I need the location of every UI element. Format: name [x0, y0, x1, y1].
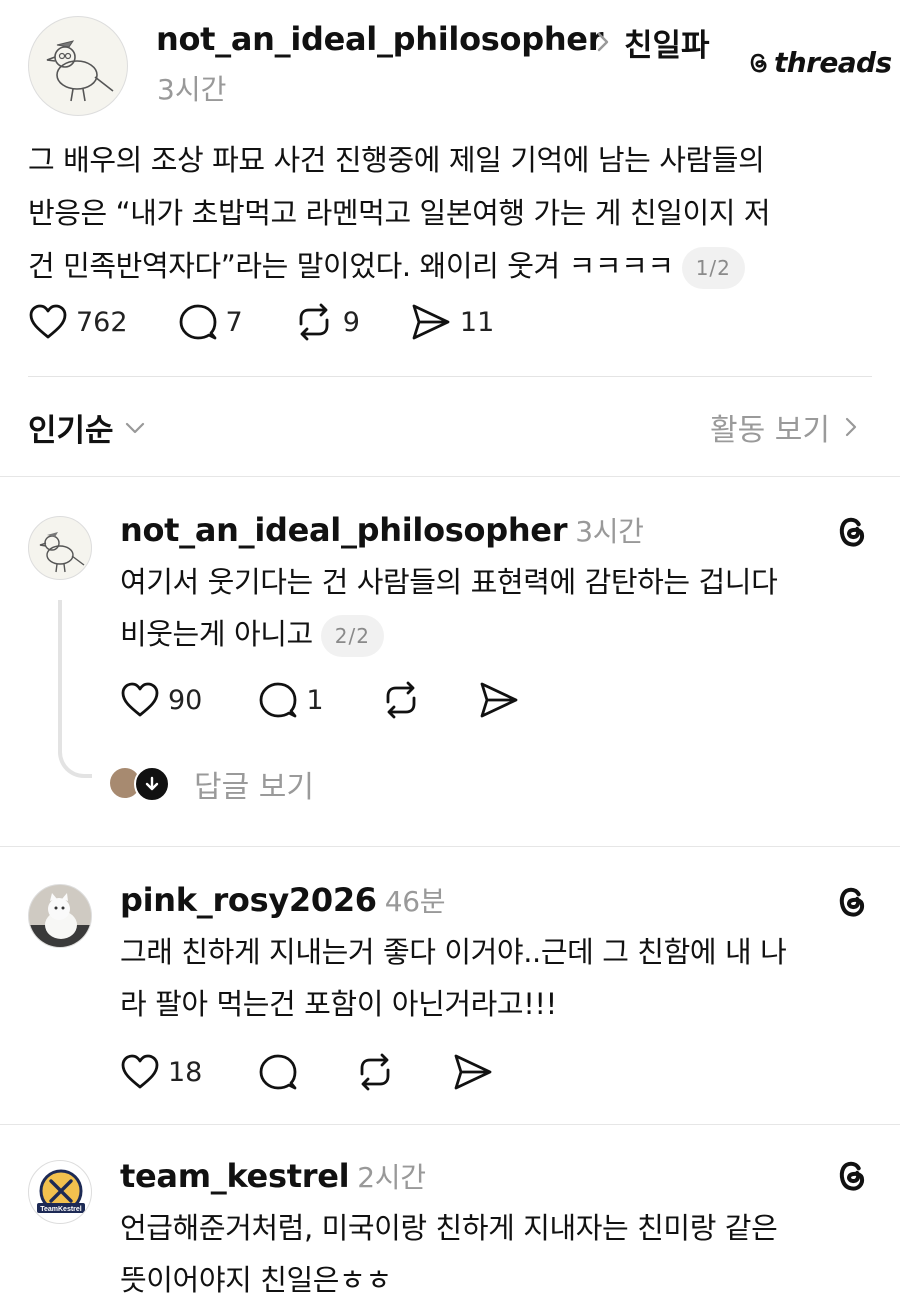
repost-button[interactable]: [380, 680, 422, 720]
reply-text-line: 비웃는게 아니고 2/2: [120, 608, 880, 660]
chevron-right-icon: [844, 415, 858, 439]
reply-body: 언급해준거처럼, 미국이랑 친하게 지내자는 친미랑 같은 뜻이어야지 친일은ㅎ…: [120, 1202, 880, 1306]
post-body: 그 배우의 조상 파묘 사건 진행중에 제일 기억에 남는 사람들의 반응은 “…: [28, 134, 868, 293]
sort-dropdown[interactable]: 인기순: [28, 405, 146, 450]
page-badge: 2/2: [320, 615, 384, 657]
threads-logo-icon: [832, 1156, 870, 1196]
expand-replies-icon: [134, 766, 170, 802]
reply-text-line: 여기서 웃기다는 건 사람들의 표현력에 감탄하는 겁니다: [120, 565, 778, 599]
page-badge: 1/2: [681, 247, 745, 289]
divider: [0, 1124, 900, 1125]
post-author-avatar[interactable]: [28, 16, 128, 116]
post-text-line-content: 건 민족반역자다”라는 말이었다. 왜이리 웃겨 ㅋㅋㅋㅋ: [28, 249, 674, 283]
heart-icon: [120, 681, 160, 719]
post-author-username[interactable]: not_an_ideal_philosopher: [156, 20, 604, 58]
reply-body: 여기서 웃기다는 건 사람들의 표현력에 감탄하는 겁니다 비웃는게 아니고 2/…: [120, 556, 880, 660]
heart-icon: [120, 1053, 160, 1091]
post-text-line: 반응은 “내가 초밥먹고 라멘먹고 일본여행 가는 게 친일이지 저: [28, 196, 771, 230]
repost-icon: [380, 680, 422, 720]
reply-text-line-content: 비웃는게 아니고: [120, 617, 313, 651]
threads-wordmark: threads: [774, 46, 892, 79]
post-timestamp: 3시간: [157, 73, 227, 106]
send-icon: [478, 680, 520, 720]
reply-text-line: 뜻이어야지 친일은ㅎㅎ: [120, 1263, 392, 1297]
threads-logo-icon: [832, 512, 870, 552]
team-kestrel-logo-text: TeamKestrel: [40, 1206, 82, 1213]
reply-author-avatar[interactable]: [28, 516, 92, 580]
reply-author-username[interactable]: not_an_ideal_philosopher 3시간: [120, 510, 644, 550]
comment-button[interactable]: [258, 1052, 298, 1092]
sort-label: 인기순: [28, 413, 114, 449]
username[interactable]: team_kestrel: [120, 1157, 350, 1195]
reply-timestamp: 46분: [384, 885, 446, 918]
view-replies-button[interactable]: 답글 보기: [108, 762, 314, 806]
view-activity-link[interactable]: 활동 보기: [710, 405, 858, 449]
like-button[interactable]: 18: [120, 1053, 202, 1091]
repost-icon: [354, 1052, 396, 1092]
post-action-bar: 762 7 9 11: [28, 302, 494, 342]
threads-watermark: threads: [746, 46, 892, 79]
send-icon: [410, 302, 452, 342]
reply-action-bar: 18: [120, 1052, 494, 1092]
comment-bubble-icon: [178, 302, 218, 342]
reply-text-line: 그래 친하게 지내는거 좋다 이거야..근데 그 친함에 내 나: [120, 935, 787, 969]
username[interactable]: not_an_ideal_philosopher: [120, 511, 568, 549]
post-topic-tag[interactable]: 친일파: [624, 20, 710, 65]
send-icon: [452, 1052, 494, 1092]
divider: [28, 376, 872, 377]
reply-action-bar: 90 1: [120, 680, 520, 720]
comment-bubble-icon: [258, 1052, 298, 1092]
like-button[interactable]: 762: [28, 303, 128, 341]
repost-icon: [293, 302, 335, 342]
reply-timestamp: 2시간: [357, 1161, 426, 1194]
comment-count: 1: [306, 684, 324, 716]
threads-logo-icon: [746, 50, 770, 76]
comment-count: 7: [225, 306, 243, 338]
share-button[interactable]: [452, 1052, 494, 1092]
reply-body: 그래 친하게 지내는거 좋다 이거야..근데 그 친함에 내 나 라 팔아 먹는…: [120, 926, 880, 1030]
view-replies-label: 답글 보기: [194, 770, 314, 805]
divider: [0, 476, 900, 477]
like-count: 762: [76, 306, 128, 338]
share-button[interactable]: 11: [410, 302, 494, 342]
reply-author-avatar[interactable]: [28, 884, 92, 948]
post-text-line: 그 배우의 조상 파묘 사건 진행중에 제일 기억에 남는 사람들의: [28, 143, 765, 177]
chevron-down-icon: [124, 421, 146, 435]
activity-label: 활동 보기: [710, 413, 830, 448]
comment-bubble-icon: [258, 680, 298, 720]
thread-connector-line: [58, 600, 92, 778]
share-count: 11: [459, 306, 495, 338]
reply-author-username[interactable]: pink_rosy2026 46분: [120, 880, 446, 920]
repost-count: 9: [342, 306, 360, 338]
replier-avatars: [108, 766, 172, 802]
divider: [0, 846, 900, 847]
comment-button[interactable]: 7: [178, 302, 243, 342]
reply-author-avatar[interactable]: TeamKestrel: [28, 1160, 92, 1224]
chevron-right-icon: [594, 30, 612, 54]
post-text-line: 건 민족반역자다”라는 말이었다. 왜이리 웃겨 ㅋㅋㅋㅋ 1/2: [28, 240, 868, 293]
threads-logo-icon: [832, 882, 870, 922]
like-count: 90: [168, 684, 203, 716]
reply-timestamp: 3시간: [575, 515, 644, 548]
reply-text-line: 언급해준거처럼, 미국이랑 친하게 지내자는 친미랑 같은: [120, 1211, 778, 1245]
repost-button[interactable]: [354, 1052, 396, 1092]
share-button[interactable]: [478, 680, 520, 720]
reply-text-line: 라 팔아 먹는건 포함이 아닌거라고!!!: [120, 987, 557, 1021]
username[interactable]: pink_rosy2026: [120, 881, 377, 919]
comment-button[interactable]: 1: [258, 680, 324, 720]
like-button[interactable]: 90: [120, 681, 202, 719]
reply-author-username[interactable]: team_kestrel 2시간: [120, 1156, 426, 1196]
heart-icon: [28, 303, 68, 341]
repost-button[interactable]: 9: [293, 302, 360, 342]
like-count: 18: [168, 1056, 203, 1088]
